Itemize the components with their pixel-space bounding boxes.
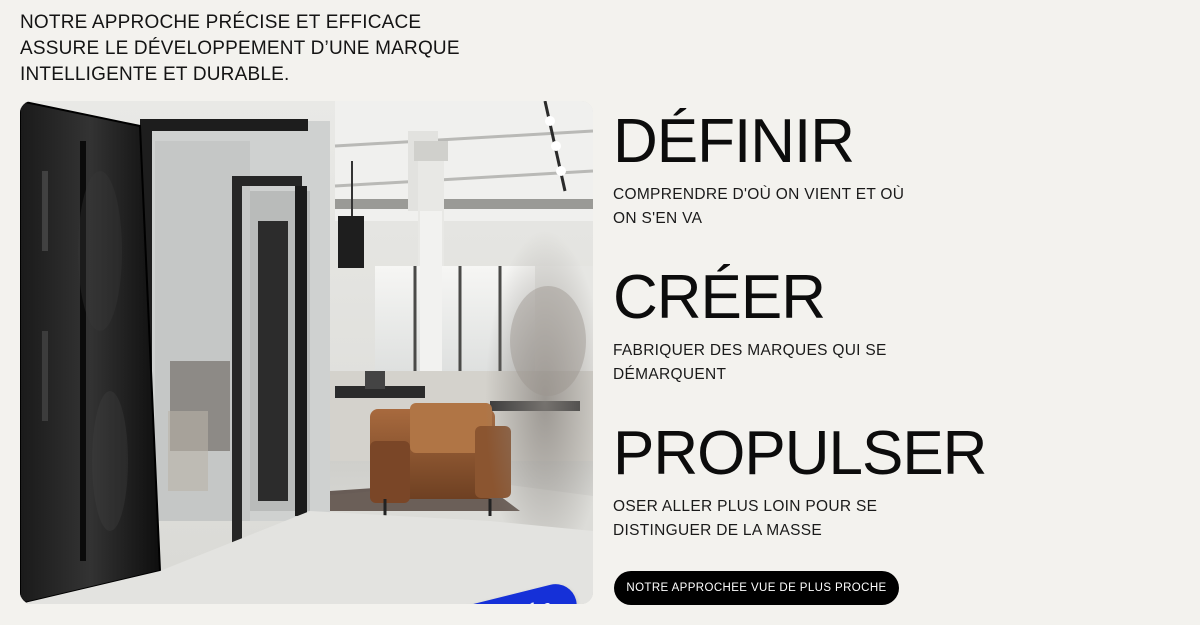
step-description: COMPRENDRE D'OÙ ON VIENT ET OÙ ON S'EN V… [613, 186, 905, 227]
step-title: DÉFINIR [613, 107, 855, 176]
office-photo: approche [20, 101, 593, 604]
step-title: PROPULSER [613, 419, 987, 488]
step-propulser: PROPULSER OSER ALLER PLUS LOIN POUR SE D… [613, 423, 1013, 543]
step-description: OSER ALLER PLUS LOIN POUR SE DISTINGUER … [613, 498, 878, 539]
approche-cta-button[interactable]: NOTRE APPROCHEE VUE DE PLUS PROCHE [614, 571, 899, 605]
intro-text: NOTRE APPROCHE PRÉCISE ET EFFICACE ASSUR… [20, 12, 460, 85]
office-photo-illustration [20, 101, 593, 604]
step-description: FABRIQUER DES MARQUES QUI SE DÉMARQUENT [613, 342, 887, 383]
step-definir: DÉFINIR COMPRENDRE D'OÙ ON VIENT ET OÙ O… [613, 111, 1013, 231]
step-title: CRÉER [613, 263, 826, 332]
step-creer: CRÉER FABRIQUER DES MARQUES QUI SE DÉMAR… [613, 267, 1013, 387]
